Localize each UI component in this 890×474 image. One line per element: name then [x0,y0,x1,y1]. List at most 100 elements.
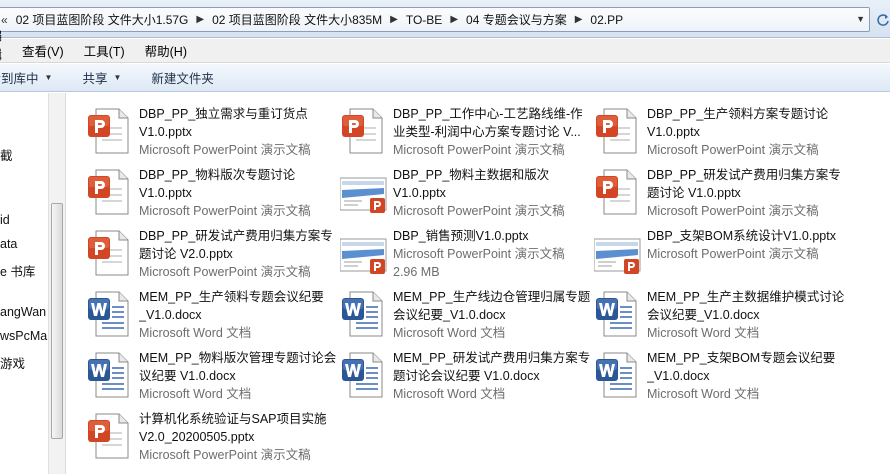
file-item[interactable]: DBP_PP_独立需求与重订货点V1.0.pptx Microsoft Power… [86,103,336,161]
file-name: MEM_PP_生产领料专题会议纪要_V1.0.docx [139,290,324,322]
powerpoint-thumbnail-icon [339,229,388,277]
file-name: DBP_PP_生产领料方案专题讨论V1.0.pptx [647,107,829,139]
file-name: 计算机化系统验证与SAP项目实施V2.0_20200505.pptx [139,412,327,444]
chevron-right-icon[interactable]: ▶ [569,14,589,25]
file-item[interactable]: DBP_PP_研发试产费用归集方案专题讨论 V1.0.pptx Microsoft… [594,164,844,222]
file-details: 计算机化系统验证与SAP项目实施V2.0_20200505.pptx Micros… [139,410,339,464]
file-name: DBP_PP_研发试产费用归集方案专题讨论 V2.0.pptx [139,229,333,261]
file-item[interactable]: DBP_PP_物料主数据和版次V1.0.pptx Microsoft PowerP… [339,164,593,222]
file-name: DBP_PP_物料主数据和版次V1.0.pptx [393,168,550,200]
file-item[interactable]: DBP_PP_生产领料方案专题讨论V1.0.pptx Microsoft Powe… [594,103,844,161]
file-details: DBP_PP_物料主数据和版次V1.0.pptx Microsoft PowerP… [393,166,593,220]
powerpoint-file-icon [86,107,134,155]
file-type: Microsoft PowerPoint 演示文稿 [139,448,311,462]
file-item[interactable]: DBP_销售预测V1.0.pptx Microsoft PowerPoint 演示… [339,225,593,283]
word-document-icon [86,290,134,338]
nav-item[interactable]: ata [0,237,17,251]
include-in-library-label: 包含到库中 [0,72,39,86]
file-name: DBP_PP_物料版次专题讨论V1.0.pptx [139,168,296,200]
powerpoint-file-icon [594,107,642,155]
nav-item[interactable]: id [0,213,10,227]
file-item[interactable]: MEM_PP_生产线边仓管理归属专题会议纪要_V1.0.docx Microsof… [340,286,590,344]
word-document-icon [594,290,642,338]
file-type: Microsoft Word 文档 [393,387,506,401]
file-type: Microsoft PowerPoint 演示文稿 [139,143,311,157]
file-name: DBP_支架BOM系统设计V1.0.pptx [647,229,836,243]
file-details: DBP_PP_研发试产费用归集方案专题讨论 V2.0.pptx Microsoft… [139,227,339,281]
file-details: DBP_支架BOM系统设计V1.0.pptx Microsoft PowerPoi… [647,227,847,263]
menu-view[interactable]: 查看(V) [12,41,74,60]
word-document-icon [340,290,388,338]
chevron-right-icon[interactable]: ▶ [384,14,404,25]
file-details: DBP_PP_生产领料方案专题讨论V1.0.pptx Microsoft Powe… [647,105,847,159]
powerpoint-file-icon [594,168,642,216]
file-item[interactable]: MEM_PP_研发试产费用归集方案专题讨论会议纪要 V1.0.docx Micro… [340,347,590,405]
file-name: DBP_PP_工作中心-工艺路线维-作业类型-利润中心方案专题讨论 V... [393,107,583,139]
file-details: DBP_PP_研发试产费用归集方案专题讨论 V1.0.pptx Microsoft… [647,166,847,220]
file-details: DBP_PP_工作中心-工艺路线维-作业类型-利润中心方案专题讨论 V... Mi… [393,105,593,159]
file-item[interactable]: DBP_支架BOM系统设计V1.0.pptx Microsoft PowerPoi… [593,225,847,283]
breadcrumb-item[interactable]: 04 专题会议与方案 [464,11,569,28]
file-name: MEM_PP_研发试产费用归集方案专题讨论会议纪要 V1.0.docx [393,351,591,383]
file-item[interactable]: DBP_PP_研发试产费用归集方案专题讨论 V2.0.pptx Microsoft… [86,225,336,283]
chevron-right-icon[interactable]: ▶ [444,14,464,25]
word-document-icon [86,351,134,399]
powerpoint-file-icon [86,168,134,216]
file-type: Microsoft Word 文档 [139,387,252,401]
file-details: MEM_PP_物料版次管理专题讨论会议纪要 V1.0.docx Microsoft… [139,349,339,403]
powerpoint-thumbnail-icon [339,168,388,216]
include-in-library-button[interactable]: 包含到库中 ▼ [0,68,60,87]
file-item[interactable]: 计算机化系统验证与SAP项目实施V2.0_20200505.pptx Micros… [86,408,336,466]
address-bar[interactable]: « 02 项目蓝图阶段 文件大小1.57G ▶ 02 项目蓝图阶段 文件大小83… [0,7,870,32]
breadcrumb-item-current[interactable]: 02.PP [588,13,625,27]
file-name: MEM_PP_生产线边仓管理归属专题会议纪要_V1.0.docx [393,290,591,322]
breadcrumb-item[interactable]: TO-BE [404,13,444,27]
breadcrumb-item[interactable]: 02 项目蓝图阶段 文件大小1.57G [14,11,191,28]
file-details: MEM_PP_生产线边仓管理归属专题会议纪要_V1.0.docx Microsof… [393,288,593,342]
breadcrumb-item[interactable]: 02 项目蓝图阶段 文件大小835M [210,11,384,28]
file-type: Microsoft Word 文档 [139,326,252,340]
chevron-down-icon[interactable]: ▼ [856,14,865,24]
scrollbar-thumb[interactable] [51,203,63,439]
share-button[interactable]: 共享 ▼ [74,68,129,87]
file-item[interactable]: DBP_PP_工作中心-工艺路线维-作业类型-利润中心方案专题讨论 V... Mi… [340,103,590,161]
chevron-right-icon[interactable]: ▶ [190,14,210,25]
file-list: DBP_PP_独立需求与重订货点V1.0.pptx Microsoft Power… [66,93,890,474]
nav-item[interactable]: e 书库 [0,261,35,280]
nav-item[interactable]: 游戏 [0,353,25,372]
file-details: MEM_PP_生产主数据维护模式讨论会议纪要_V1.0.docx Microsof… [647,288,847,342]
nav-item[interactable]: 截 [0,145,13,164]
file-type: Microsoft PowerPoint 演示文稿 [393,247,565,261]
file-type: Microsoft PowerPoint 演示文稿 [647,204,819,218]
file-item[interactable]: MEM_PP_生产主数据维护模式讨论会议纪要_V1.0.docx Microsof… [594,286,844,344]
file-type: Microsoft PowerPoint 演示文稿 [139,204,311,218]
file-name: DBP_PP_研发试产费用归集方案专题讨论 V1.0.pptx [647,168,841,200]
file-details: MEM_PP_生产领料专题会议纪要_V1.0.docx Microsoft Wor… [139,288,339,342]
menu-help[interactable]: 帮助(H) [135,41,197,60]
file-type: Microsoft Word 文档 [647,326,760,340]
command-bar: 包含到库中 ▼ 共享 ▼ 新建文件夹 [0,64,890,92]
file-type: Microsoft PowerPoint 演示文稿 [647,247,819,261]
file-item[interactable]: MEM_PP_支架BOM专题会议纪要_V1.0.docx Microsoft Wo… [594,347,844,405]
file-item[interactable]: DBP_PP_物料版次专题讨论V1.0.pptx Microsoft PowerP… [86,164,336,222]
chevron-down-icon: ▼ [44,73,53,82]
nav-scrollbar[interactable] [48,93,65,474]
refresh-icon[interactable] [876,13,890,27]
new-folder-button[interactable]: 新建文件夹 [143,68,222,87]
file-item[interactable]: MEM_PP_物料版次管理专题讨论会议纪要 V1.0.docx Microsoft… [86,347,336,405]
file-item[interactable]: MEM_PP_生产领料专题会议纪要_V1.0.docx Microsoft Wor… [86,286,336,344]
word-document-icon [594,351,642,399]
file-type: Microsoft PowerPoint 演示文稿 [393,143,565,157]
file-name: MEM_PP_生产主数据维护模式讨论会议纪要_V1.0.docx [647,290,845,322]
nav-item[interactable]: wsPcMa [0,329,47,343]
menu-tools[interactable]: 工具(T) [74,41,135,60]
file-details: MEM_PP_研发试产费用归集方案专题讨论会议纪要 V1.0.docx Micro… [393,349,593,403]
file-details: DBP_销售预测V1.0.pptx Microsoft PowerPoint 演示… [393,227,593,281]
powerpoint-file-icon [340,107,388,155]
file-details: DBP_PP_独立需求与重订货点V1.0.pptx Microsoft Power… [139,105,339,159]
file-type: Microsoft PowerPoint 演示文稿 [393,204,565,218]
nav-item[interactable]: angWan [0,305,46,319]
word-document-icon [340,351,388,399]
address-bar-region: « 02 项目蓝图阶段 文件大小1.57G ▶ 02 项目蓝图阶段 文件大小83… [0,0,890,38]
file-name: MEM_PP_支架BOM专题会议纪要_V1.0.docx [647,351,836,383]
